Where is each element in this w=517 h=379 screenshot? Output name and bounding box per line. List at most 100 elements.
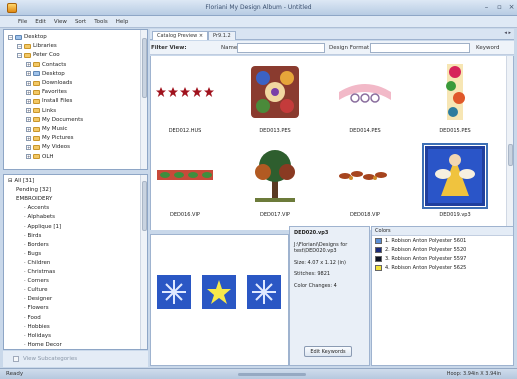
catalog-scrollbar[interactable] <box>506 56 513 230</box>
expand-toggle-icon[interactable]: + <box>26 80 31 86</box>
folder-tree-item[interactable]: + My Videos <box>26 143 70 151</box>
folder-tree-item[interactable]: − Peter Coo <box>17 51 60 59</box>
expand-toggle-icon[interactable]: + <box>26 117 31 123</box>
expand-toggle-icon[interactable]: + <box>26 71 31 77</box>
color-row[interactable]: 1. Robison Anton Polyester 5601 <box>372 236 513 245</box>
category-item[interactable]: · Hobbies <box>24 323 50 332</box>
category-item[interactable]: · Holidays <box>24 332 51 341</box>
color-swatch <box>375 246 382 253</box>
status-text: Ready <box>6 371 24 377</box>
color-row[interactable]: 4. Robison Anton Polyester 5625 <box>372 263 513 272</box>
edit-keywords-button[interactable]: Edit Keywords <box>304 346 352 357</box>
tab-catalog-preview[interactable]: Catalog Preview × <box>152 31 209 40</box>
category-item[interactable]: · Bugs <box>24 250 41 259</box>
design-filename-label: DED014.PES <box>349 128 381 134</box>
expand-toggle-icon[interactable]: + <box>26 89 31 95</box>
folder-tree-item[interactable]: + Downloads <box>26 79 72 87</box>
folder-tree-label: My Pictures <box>42 135 74 142</box>
design-filename-label: DED017.VIP <box>260 212 290 218</box>
folder-tree-panel: − Desktop − Libraries − Peter Coo + Contacts + De… <box>3 29 148 170</box>
folder-tree-item[interactable]: + Contacts <box>26 61 66 69</box>
folder-tree-item[interactable]: − Desktop <box>8 33 47 41</box>
expand-toggle-icon[interactable]: + <box>26 126 31 132</box>
tab-pr912[interactable]: Pr9.1.2 <box>208 31 236 40</box>
category-item[interactable]: · Birds <box>24 232 41 241</box>
view-subcategories-option[interactable]: View Subcategories <box>3 351 148 367</box>
folder-tree-item[interactable]: + My Pictures <box>26 134 74 142</box>
folder-tree-item[interactable]: + OLH <box>26 153 54 161</box>
name-filter-input[interactable] <box>237 43 325 53</box>
menu-edit[interactable]: Edit <box>35 19 46 25</box>
folder-tree-label: Install Files <box>42 98 73 105</box>
category-item[interactable]: · Culture <box>24 286 48 295</box>
snowflake-block-right <box>247 275 281 309</box>
folder-tree-item[interactable]: + Desktop <box>26 70 65 78</box>
design-preview <box>150 234 289 366</box>
category-item[interactable]: · Children <box>24 259 50 268</box>
design-color-changes: Color Changes: 4 <box>294 282 337 289</box>
scrollbar-thumb[interactable] <box>508 144 513 166</box>
expand-toggle-icon[interactable]: + <box>26 98 31 104</box>
color-row[interactable]: 2. Robison Anton Polyester 5520 <box>372 245 513 254</box>
expand-toggle-icon[interactable]: − <box>17 52 22 58</box>
color-label: 2. Robison Anton Polyester 5520 <box>385 246 467 253</box>
menu-tools[interactable]: Tools <box>94 19 108 25</box>
close-button[interactable]: × <box>506 3 517 12</box>
folder-icon <box>33 135 40 141</box>
category-item[interactable]: EMBROIDERY <box>16 195 52 204</box>
color-label: 4. Robison Anton Polyester 5625 <box>385 264 467 271</box>
menu-sort[interactable]: Sort <box>75 19 86 25</box>
expand-toggle-icon[interactable]: + <box>26 108 31 114</box>
design-image <box>255 150 295 202</box>
category-item[interactable]: ⊟ All [31] <box>8 177 34 186</box>
folder-tree-item[interactable]: + Install Files <box>26 97 72 105</box>
tab-label: Catalog Preview <box>157 33 198 39</box>
category-item[interactable]: · Home Decor <box>24 341 62 349</box>
maximize-button[interactable]: ▫ <box>494 3 505 12</box>
folder-tree-label: OLH <box>42 153 54 160</box>
color-swatch <box>375 264 382 271</box>
expand-toggle-icon[interactable]: + <box>26 62 31 68</box>
zoom-slider[interactable] <box>238 373 306 376</box>
menu-help[interactable]: Help <box>116 19 129 25</box>
tab-label: Pr9.1.2 <box>213 33 231 39</box>
folder-tree-item[interactable]: − Libraries <box>17 42 57 50</box>
category-item[interactable]: · Food <box>24 314 41 323</box>
menu-view[interactable]: View <box>54 19 67 25</box>
category-item[interactable]: · Designer <box>24 295 52 304</box>
category-item[interactable]: · Corners <box>24 277 49 286</box>
folder-icon <box>33 126 40 132</box>
category-item[interactable]: · Accents <box>24 204 49 213</box>
folder-tree-label: Downloads <box>42 80 73 86</box>
view-subcategories-checkbox[interactable] <box>13 356 19 362</box>
scrollbar-thumb[interactable] <box>142 38 147 98</box>
expand-toggle-icon[interactable]: − <box>8 34 13 40</box>
folder-tree-label: My Music <box>42 126 68 132</box>
category-item[interactable]: · Christmas <box>24 268 55 277</box>
expand-toggle-icon[interactable]: − <box>17 43 22 49</box>
category-item[interactable]: · Alphabets <box>24 213 55 222</box>
folder-tree-item[interactable]: + Favorites <box>26 88 67 96</box>
folder-tree-scrollbar[interactable] <box>140 30 147 169</box>
category-item[interactable]: · Applique [1] <box>24 223 61 232</box>
expand-toggle-icon[interactable]: + <box>26 154 31 160</box>
category-scrollbar[interactable] <box>140 175 147 349</box>
category-item[interactable]: Pending [32] <box>16 186 51 195</box>
design-filename-label: DED018.VIP <box>350 212 380 218</box>
scrollbar-thumb[interactable] <box>142 181 147 231</box>
folder-tree-item[interactable]: + My Music <box>26 125 67 133</box>
category-item[interactable]: · Flowers <box>24 304 49 313</box>
expand-toggle-icon[interactable]: + <box>26 144 31 150</box>
folder-tree-item[interactable]: + My Documents <box>26 116 83 124</box>
menu-file[interactable]: File <box>18 19 27 25</box>
folder-icon <box>33 144 40 150</box>
folder-tree-item[interactable]: + Links <box>26 107 56 115</box>
minimize-button[interactable]: – <box>481 3 492 12</box>
expand-toggle-icon[interactable]: + <box>26 135 31 141</box>
folder-icon <box>24 52 31 58</box>
design-format-input[interactable] <box>370 43 470 53</box>
folder-tree-label: Desktop <box>42 70 65 77</box>
color-row[interactable]: 3. Robison Anton Polyester 5597 <box>372 254 513 263</box>
tab-scroll-arrows[interactable]: ◂ ▸ <box>504 30 511 36</box>
category-item[interactable]: · Borders <box>24 241 49 250</box>
